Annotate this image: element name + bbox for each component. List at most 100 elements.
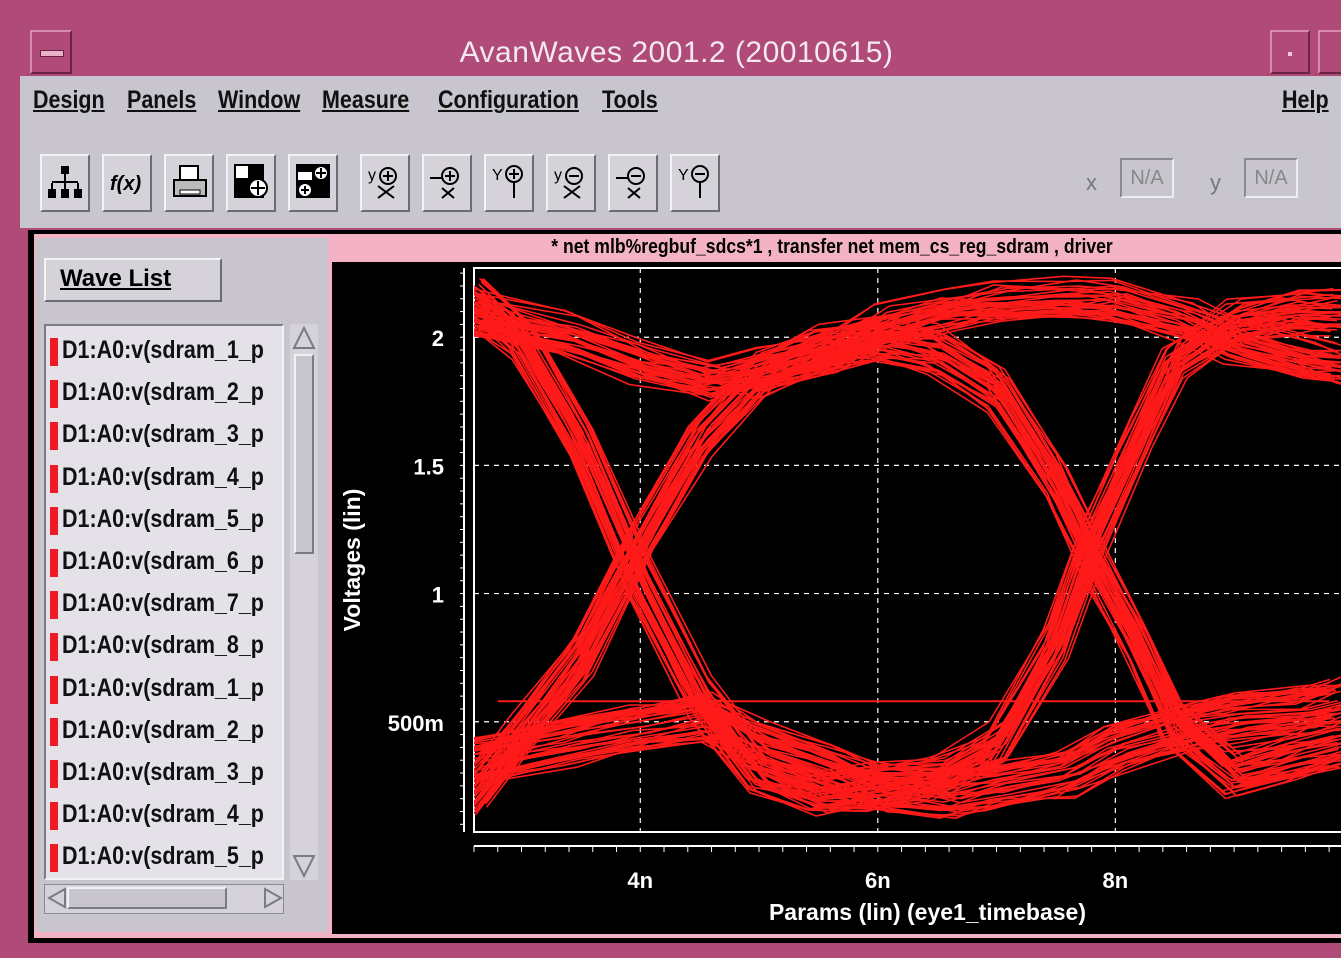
cursor-y-point-add-button[interactable]: Y [484,154,534,212]
x-tick-label: 8n [1102,868,1128,893]
horizontal-scroll-thumb[interactable] [67,887,227,909]
scroll-up-icon[interactable] [292,325,316,349]
wave-list-item[interactable]: D1:A0:v(sdram_5_p [48,838,282,876]
window-bottom-border [20,943,1341,958]
wave-color-marker [50,338,58,366]
wave-list-item[interactable]: D1:A0:v(sdram_5_p [48,501,282,539]
window-title: AvanWaves 2001.2 (20010615) [459,36,894,69]
wave-name: D1:A0:v(sdram_3_p [62,758,264,786]
function-button[interactable]: f(x) [102,154,152,212]
wave-list-item[interactable]: D1:A0:v(sdram_1_p [48,670,282,708]
y-tick-label: 2 [432,326,444,351]
plot-title-text: * net mlb%regbuf_sdcs*1 , transfer net m… [551,236,1113,258]
wave-name: D1:A0:v(sdram_1_p [62,336,264,364]
wave-color-marker [50,464,58,493]
wave-color-marker [50,380,58,409]
y-coord-label: y [1210,170,1221,195]
title-bar[interactable]: AvanWaves 2001.2 (20010615) [12,10,1341,76]
wave-list-item[interactable]: D1:A0:v(sdram_3_p [48,416,282,454]
wave-list-button[interactable]: Wave List [44,258,222,302]
y-coord-field: N/A [1244,158,1298,198]
x-coord-label: x [1086,170,1097,195]
add-panel-button[interactable] [226,154,276,212]
print-icon [173,165,207,197]
wave-name: D1:A0:v(sdram_3_p [62,420,264,449]
wave-color-marker [50,591,58,620]
menu-panels[interactable]: Panels [127,86,196,115]
wave-name: D1:A0:v(sdram_2_p [62,715,264,744]
wave-list-item[interactable]: D1:A0:v(sdram_3_p [48,754,282,792]
wave-color-marker [50,844,58,873]
cursor-y-point-remove-button[interactable]: Y [670,154,720,212]
wave-color-marker [50,633,58,662]
wave-name: D1:A0:v(sdram_2_p [62,378,264,407]
vertical-scroll-thumb[interactable] [294,354,314,554]
wave-name: D1:A0:v(sdram_4_p [62,462,264,491]
add-panel-icon [234,164,268,198]
menu-measure[interactable]: Measure [322,86,409,115]
cursor-x-remove-button[interactable] [608,154,658,212]
svg-text:y: y [554,167,562,184]
wave-list-horizontal-scrollbar[interactable] [44,884,284,914]
wave-list-panel: Wave List D1:A0:v(sdram_1_p D1:A0:v(sdram… [36,238,328,932]
svg-text:Y: Y [678,167,689,184]
plot-title: * net mlb%regbuf_sdcs*1 , transfer net m… [332,236,1332,262]
menu-bar: Design Panels Window Measure Configurati… [20,76,1341,128]
maximize-button[interactable] [1318,30,1341,74]
scroll-right-icon[interactable] [264,887,284,909]
wave-list[interactable]: D1:A0:v(sdram_1_p D1:A0:v(sdram_2_p D1:A0:… [44,324,284,880]
cursor-x-remove-icon [616,167,645,199]
minimize-icon [1288,52,1292,56]
wave-color-marker [50,717,58,746]
wave-list-item[interactable]: D1:A0:v(sdram_4_p [48,796,282,834]
wave-list-item[interactable]: D1:A0:v(sdram_8_p [48,627,282,665]
x-tick-label: 6n [865,868,891,893]
add-panel-multi-icon [296,164,330,198]
print-button[interactable] [164,154,214,212]
wave-color-marker [50,506,58,535]
svg-text:f(x): f(x) [110,173,141,195]
svg-text:y: y [368,167,376,184]
wave-name: D1:A0:v(sdram_4_p [62,800,264,829]
function-icon: f(x) [110,173,141,195]
wave-name: D1:A0:v(sdram_1_p [62,673,264,702]
wave-list-item[interactable]: D1:A0:v(sdram_2_p [48,374,282,412]
wave-list-item[interactable]: D1:A0:v(sdram_4_p [48,459,282,497]
add-panel-multi-button[interactable] [288,154,338,212]
wave-color-marker [50,760,58,788]
cursor-y-point-remove-icon: Y [678,165,709,198]
y-tick-label: 1 [432,583,444,608]
svg-text:Y: Y [492,167,503,184]
eye-diagram-chart[interactable]: 500m 1 1.5 2 4n 6n 8n Params (lin) (eye1_timeba… [332,262,1341,934]
x-tick-label: 4n [627,868,653,893]
hierarchy-button[interactable] [40,154,90,212]
cursor-y-remove-icon: y [554,167,583,199]
cursor-y-remove-button[interactable]: y [546,154,596,212]
wave-list-vertical-scrollbar[interactable] [290,324,318,880]
wave-list-item[interactable]: D1:A0:v(sdram_1_p [48,332,282,370]
menu-tools[interactable]: Tools [602,86,658,115]
cursor-y-point-add-icon: Y [492,165,523,198]
cursor-y-add-button[interactable]: y [360,154,410,212]
x-axis-label: Params (lin) (eye1_timebase) [769,899,1086,925]
menu-window[interactable]: Window [218,86,300,115]
menu-configuration[interactable]: Configuration [438,86,579,115]
x-coord-field: N/A [1120,158,1174,198]
wave-list-item[interactable]: D1:A0:v(sdram_2_p [48,712,282,750]
wave-color-marker [50,549,58,577]
wave-list-item[interactable]: D1:A0:v(sdram_7_p [48,585,282,623]
hierarchy-icon [48,166,82,198]
trace-group [474,275,1341,820]
minimize-button[interactable] [1270,30,1310,74]
scroll-down-icon[interactable] [292,855,316,879]
waveform-plot[interactable]: 500m 1 1.5 2 4n 6n 8n Params (lin) (eye1_timeba… [332,262,1341,934]
cursor-x-add-button[interactable] [422,154,472,212]
menu-design[interactable]: Design [33,86,105,115]
wave-name: D1:A0:v(sdram_5_p [62,842,264,871]
menu-help[interactable]: Help [1282,86,1329,115]
wave-color-marker [50,802,58,831]
scroll-left-icon[interactable] [46,887,66,909]
cursor-x-add-icon [430,167,459,199]
wave-list-item[interactable]: D1:A0:v(sdram_6_p [48,543,282,581]
y-tick-label: 1.5 [413,454,444,479]
